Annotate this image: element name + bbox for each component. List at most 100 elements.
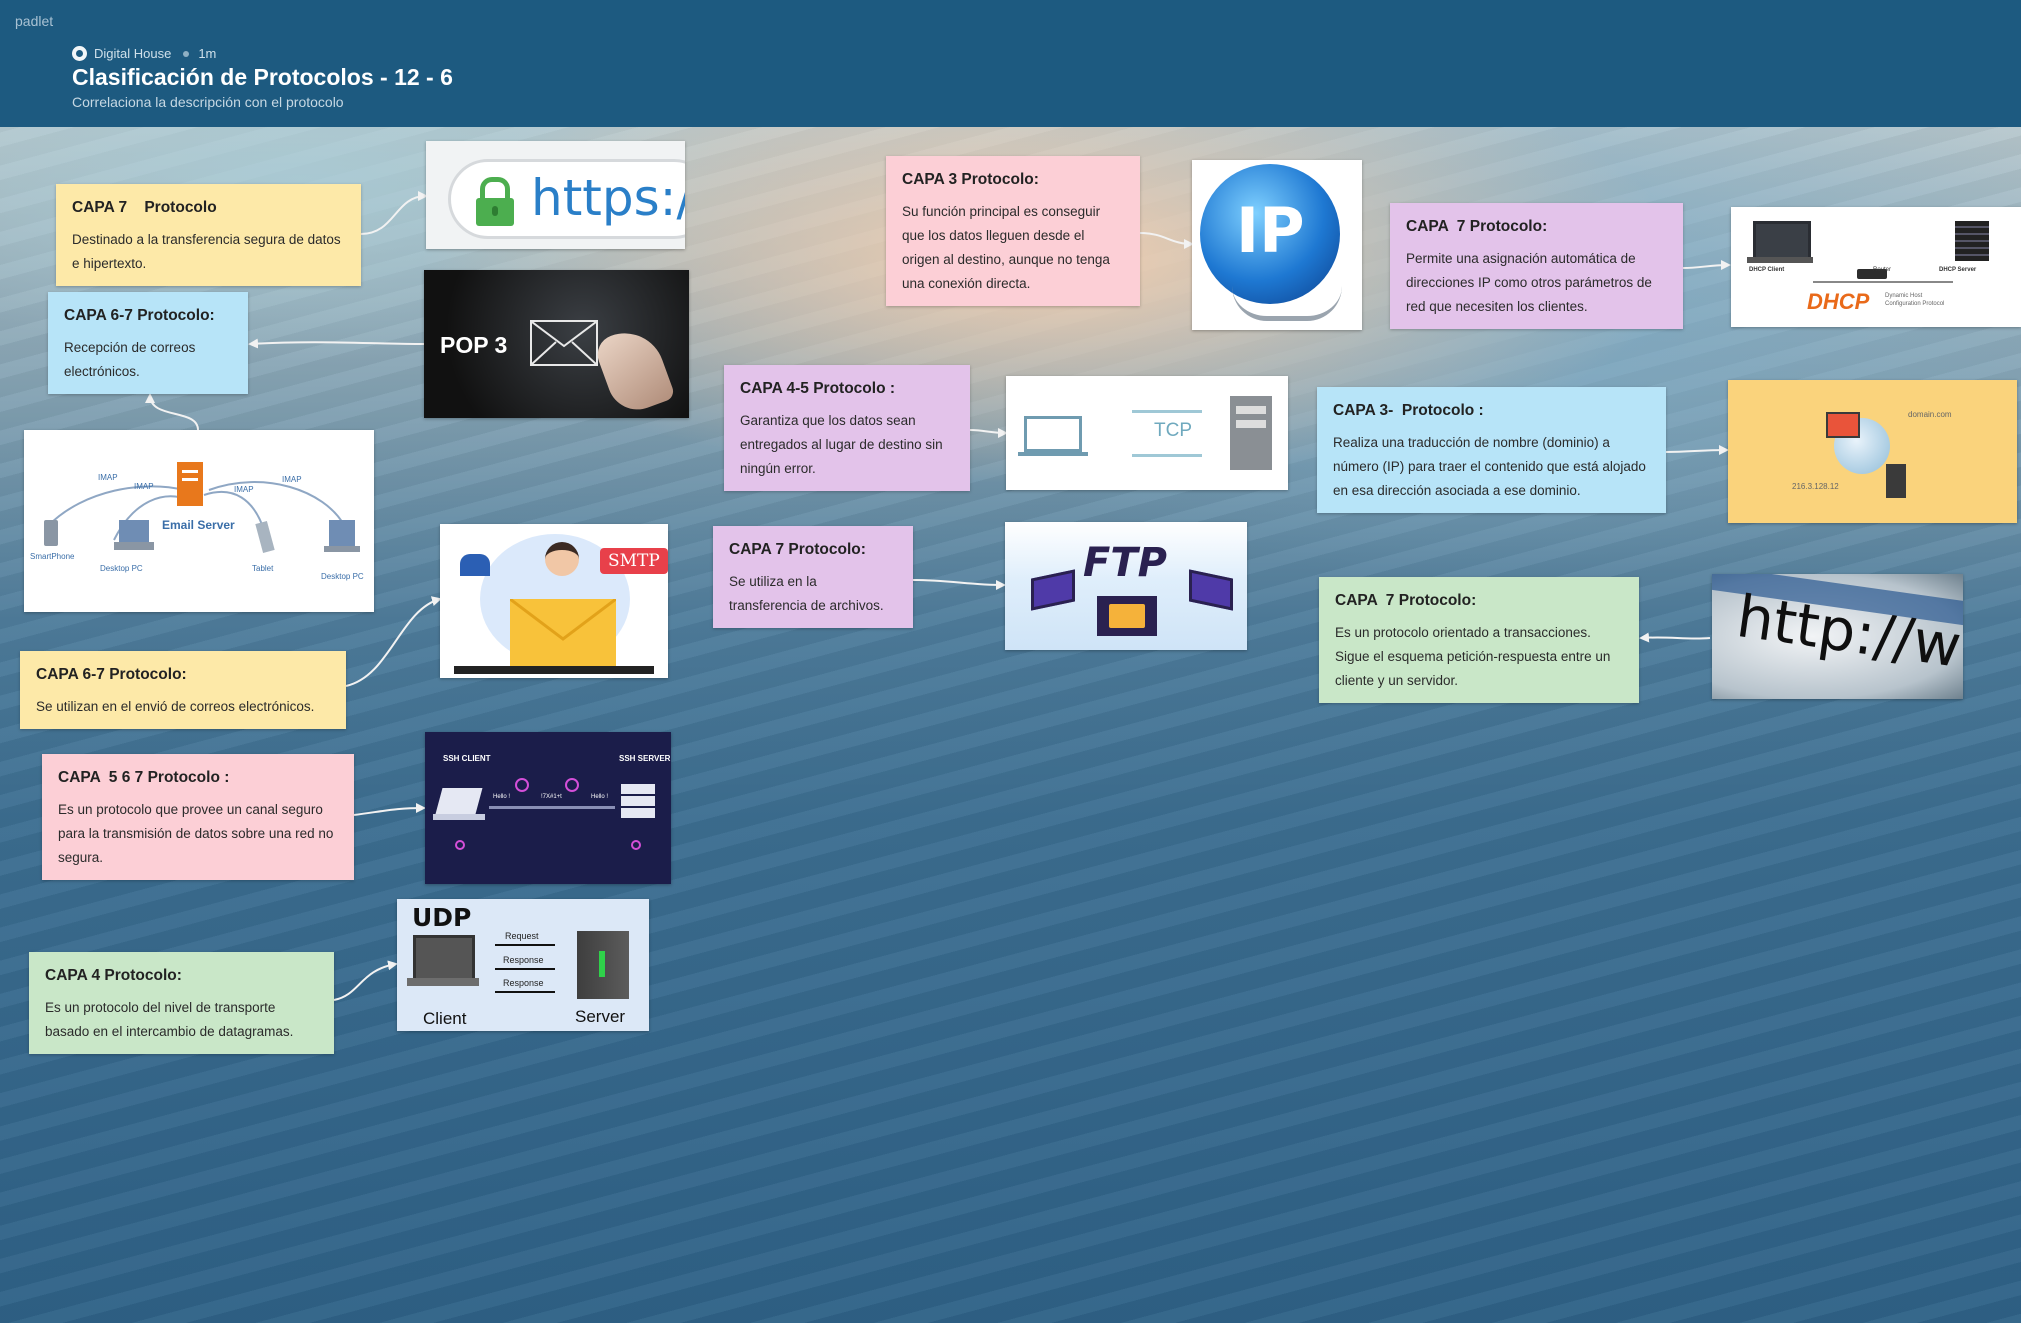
card-ssh[interactable]: CAPA 5 6 7 Protocolo : Es un protocolo q… — [42, 754, 354, 880]
imap-label: IMAP — [134, 482, 154, 491]
dhcp-tagline: Configuration Protocol — [1885, 301, 1945, 307]
email-server-label: Email Server — [162, 518, 235, 532]
dns-image[interactable]: domain.com 216.3.128.12 — [1728, 380, 2017, 523]
card-ip[interactable]: CAPA 3 Protocolo: Su función principal e… — [886, 156, 1140, 306]
dhcp-image[interactable]: DHCP Client Router DHCP Server DHCP Dyna… — [1731, 207, 2021, 327]
response-label: Response — [503, 978, 544, 988]
https-image[interactable]: https:// — [426, 141, 685, 249]
tablet-label: Tablet — [252, 564, 274, 573]
ssh-client-label: SSH CLIENT — [443, 754, 491, 763]
ftp-image[interactable]: FTP — [1005, 522, 1247, 650]
connector — [1139, 232, 1194, 249]
connector — [345, 596, 442, 687]
smartphone-label: SmartPhone — [30, 552, 75, 561]
card-body: Es un protocolo del nivel de transporte … — [45, 1000, 294, 1040]
server-label: Server — [575, 1007, 626, 1026]
key-icon — [515, 778, 529, 792]
request-label: Request — [505, 931, 539, 941]
hello-right: Hello ! — [591, 794, 609, 800]
dhcp-server-label: DHCP Server — [1939, 267, 1977, 273]
card-body: Destinado a la transferencia segura de d… — [72, 232, 341, 272]
card-title: CAPA 3- Protocolo : — [1333, 402, 1484, 419]
lock-icon — [476, 177, 514, 226]
board-meta: Digital House 1m — [72, 46, 216, 61]
dhcp-client-label: DHCP Client — [1749, 267, 1785, 273]
dhcp-logo: DHCP — [1807, 289, 1870, 314]
card-dhcp[interactable]: CAPA 7 Protocolo: Permite una asignación… — [1390, 203, 1683, 329]
connector — [333, 960, 398, 1001]
email-server-image[interactable]: Email Server IMAP IMAP IMAP IMAP SmartPh… — [24, 430, 374, 612]
separator-dot — [183, 50, 190, 57]
connector — [969, 427, 1008, 438]
ftp-text: FTP — [1083, 540, 1167, 586]
card-body: Es un protocolo orientado a transaccione… — [1335, 625, 1611, 689]
author-name[interactable]: Digital House — [94, 46, 171, 61]
server-stack-icon — [621, 784, 655, 818]
monitor-icon — [1826, 412, 1860, 438]
card-title: CAPA 7 Protocolo: — [1406, 218, 1548, 235]
laptop-icon — [435, 788, 483, 814]
card-body: Se utiliza en la transferencia de archiv… — [729, 574, 884, 614]
laptop-icon — [1024, 416, 1082, 452]
tcp-image[interactable]: TCP — [1006, 376, 1288, 490]
client-label: Client — [423, 1009, 467, 1028]
envelope-icon — [530, 320, 598, 366]
connector — [353, 803, 426, 816]
mailbox-icon — [460, 554, 490, 576]
ip-image[interactable]: IP — [1192, 160, 1362, 330]
card-title: CAPA 3 Protocolo: — [902, 171, 1039, 188]
card-udp[interactable]: CAPA 4 Protocolo: Es un protocolo del ni… — [29, 952, 334, 1054]
card-ftp[interactable]: CAPA 7 Protocolo: Se utiliza en la trans… — [713, 526, 913, 628]
desktop-label: Desktop PC — [321, 572, 364, 581]
http-image[interactable]: http://www — [1712, 574, 1963, 699]
ssh-server-label: SSH SERVER — [619, 754, 671, 763]
key-icon — [631, 840, 641, 850]
card-title: CAPA 7 Protocolo: — [729, 541, 866, 558]
udp-image[interactable]: UDP Request Response Response Client Ser… — [397, 899, 649, 1031]
card-body: Se utilizan en el envió de correos elect… — [36, 699, 315, 715]
key-icon — [565, 778, 579, 792]
connector — [145, 393, 199, 431]
card-title: CAPA 7 Protocolo — [72, 199, 217, 216]
tcp-label: TCP — [1154, 420, 1192, 441]
hand-pen — [592, 322, 676, 418]
ssh-image[interactable]: SSH CLIENT SSH SERVER Hello ! !7X#1+t He… — [425, 732, 671, 884]
card-title: CAPA 5 6 7 Protocolo : — [58, 769, 230, 786]
connector — [248, 338, 425, 349]
card-body: Es un protocolo que provee un canal segu… — [58, 802, 334, 866]
padlet-logo[interactable]: padlet — [15, 13, 53, 29]
domain-label: domain.com — [1908, 410, 1952, 419]
card-http[interactable]: CAPA 7 Protocolo: Es un protocolo orient… — [1319, 577, 1639, 703]
person-avatar — [545, 542, 579, 576]
card-title: CAPA 4-5 Protocolo : — [740, 380, 896, 397]
laptop-icon — [1031, 569, 1075, 611]
board-title: Clasificación de Protocolos - 12 - 6 — [72, 64, 453, 90]
author-avatar[interactable] — [72, 46, 87, 61]
card-tcp[interactable]: CAPA 4-5 Protocolo : Garantiza que los d… — [724, 365, 970, 491]
response-label: Response — [503, 955, 544, 965]
arrow-left-icon — [1132, 454, 1202, 457]
laptop-icon — [1189, 569, 1233, 611]
card-smtp[interactable]: CAPA 6-7 Protocolo: Se utilizan en el en… — [20, 651, 346, 729]
card-dns[interactable]: CAPA 3- Protocolo : Realiza una traducci… — [1317, 387, 1666, 513]
server-icon — [1955, 221, 1989, 261]
card-body: Recepción de correos electrónicos. — [64, 340, 196, 380]
card-body: Realiza una traducción de nombre (domini… — [1333, 435, 1646, 499]
card-body: Garantiza que los datos sean entregados … — [740, 413, 943, 477]
card-title: CAPA 6-7 Protocolo: — [64, 307, 215, 324]
connector — [1682, 260, 1731, 271]
card-https[interactable]: CAPA 7 Protocolo Destinado a la transfer… — [56, 184, 361, 286]
cipher-text: !7X#1+t — [541, 794, 562, 800]
imap-label: IMAP — [234, 485, 254, 494]
card-pop3[interactable]: CAPA 6-7 Protocolo: Recepción de correos… — [48, 292, 248, 394]
https-text: https:// — [531, 169, 685, 227]
imap-label: IMAP — [98, 473, 118, 482]
udp-title: UDP — [412, 903, 472, 932]
router-label: Router — [1873, 267, 1892, 273]
smtp-image[interactable]: SMTP — [440, 524, 668, 678]
pop3-image[interactable]: POP 3 — [424, 270, 689, 418]
laptop-icon — [413, 935, 475, 981]
key-icon — [455, 840, 465, 850]
connector — [360, 191, 428, 235]
board-subtitle: Correlaciona la descripción con el proto… — [72, 94, 344, 110]
